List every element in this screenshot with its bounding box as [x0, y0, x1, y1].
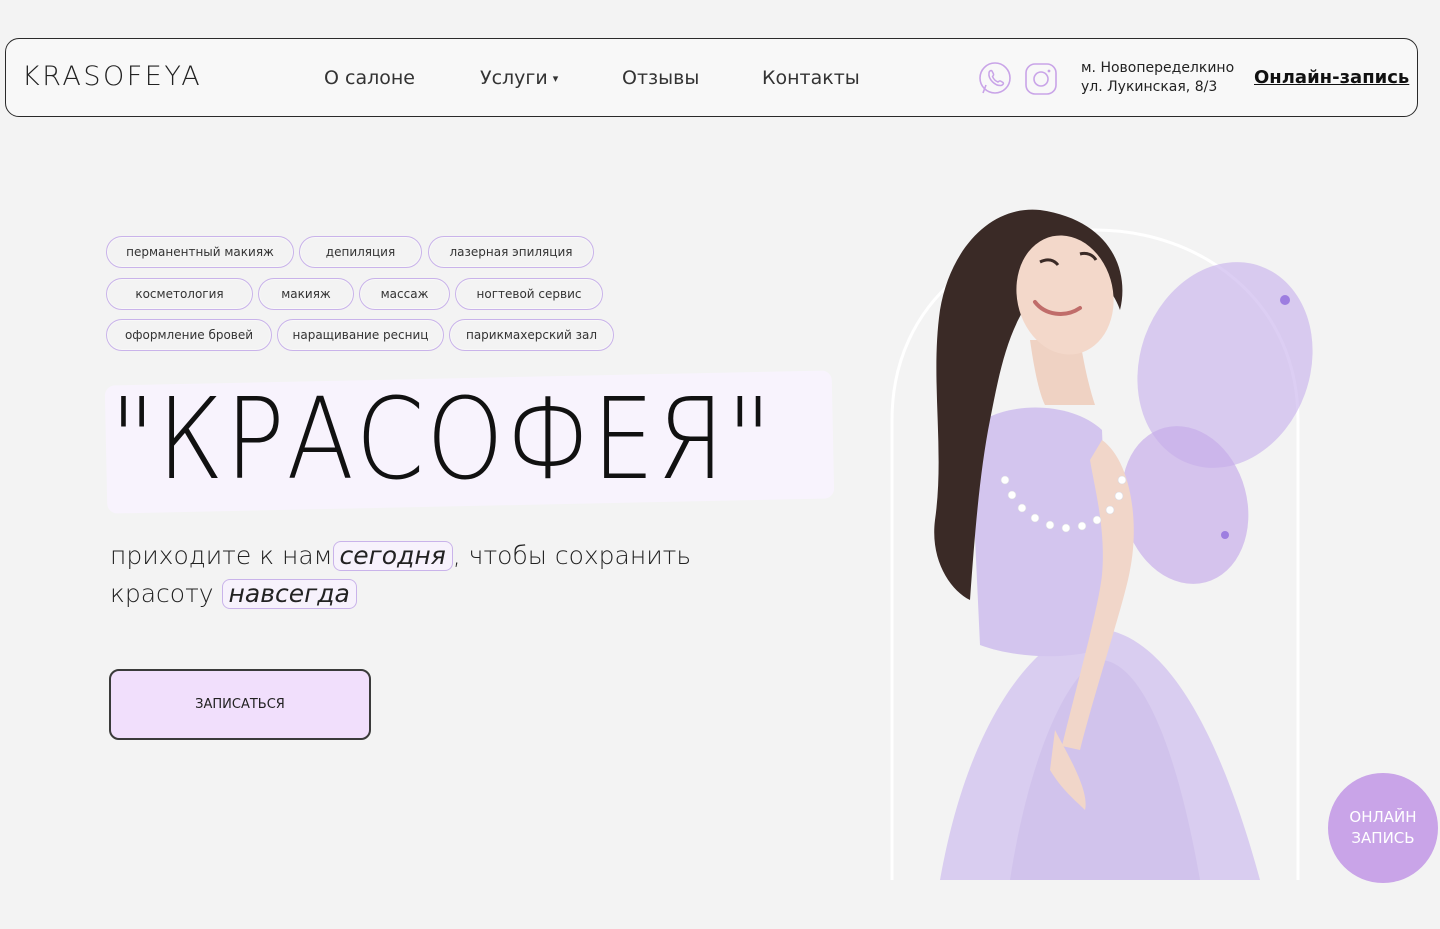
tag-laser-epilation[interactable]: лазерная эпиляция: [428, 236, 594, 268]
tag-cosmetology[interactable]: косметология: [106, 278, 253, 310]
nav-about[interactable]: О салоне: [324, 67, 415, 89]
subtitle-highlight-forever: навсегда: [221, 579, 357, 609]
floating-button-line2: ЗАПИСЬ: [1351, 829, 1415, 847]
site-header: KRASOFEYA О салоне Услуги ▾ Отзывы Контак…: [5, 38, 1418, 117]
subtitle-highlight-today: сегодня: [332, 541, 453, 571]
subtitle-text-3: красоту: [110, 579, 214, 608]
tag-massage[interactable]: массаж: [359, 278, 450, 310]
subtitle-text-1: приходите к нам: [110, 541, 333, 570]
tag-makeup[interactable]: макияж: [258, 278, 354, 310]
nav-reviews[interactable]: Отзывы: [622, 67, 699, 89]
address-street: ул. Лукинская, 8/3: [1081, 79, 1218, 95]
nav-contacts[interactable]: Контакты: [762, 67, 860, 89]
tag-depilation[interactable]: депиляция: [299, 236, 422, 268]
online-booking-link[interactable]: Онлайн-запись: [1254, 67, 1409, 88]
hero-photo: [840, 190, 1320, 880]
tag-eyebrows[interactable]: оформление бровей: [106, 319, 272, 351]
floating-button-line1: ОНЛАЙН: [1349, 808, 1417, 826]
chevron-down-icon: ▾: [552, 72, 559, 85]
tag-permanent-makeup[interactable]: перманентный макияж: [106, 236, 294, 268]
tag-hair-salon[interactable]: парикмахерский зал: [449, 319, 614, 351]
nav-services-label: Услуги: [480, 67, 548, 89]
tag-nail-service[interactable]: ногтевой сервис: [455, 278, 603, 310]
logo[interactable]: KRASOFEYA: [22, 61, 202, 92]
floating-booking-button[interactable]: ОНЛАЙН ЗАПИСЬ: [1328, 773, 1438, 883]
salon-address: м. Новопеределкино ул. Лукинская, 8/3: [1081, 59, 1234, 97]
tag-eyelash-extension[interactable]: наращивание ресниц: [277, 319, 444, 351]
instagram-icon[interactable]: [1023, 61, 1059, 97]
page-title: "КРАСОФЕЯ": [110, 375, 774, 505]
address-metro: м. Новопеределкино: [1081, 60, 1235, 76]
nav-services[interactable]: Услуги ▾: [480, 67, 558, 89]
subtitle-text-2: , чтобы сохранить: [452, 541, 692, 570]
whatsapp-icon[interactable]: [977, 61, 1013, 97]
book-button[interactable]: ЗАПИСАТЬСЯ: [109, 669, 371, 740]
hero-subtitle: приходите к нам сегодня, чтобы сохранить …: [110, 537, 691, 613]
